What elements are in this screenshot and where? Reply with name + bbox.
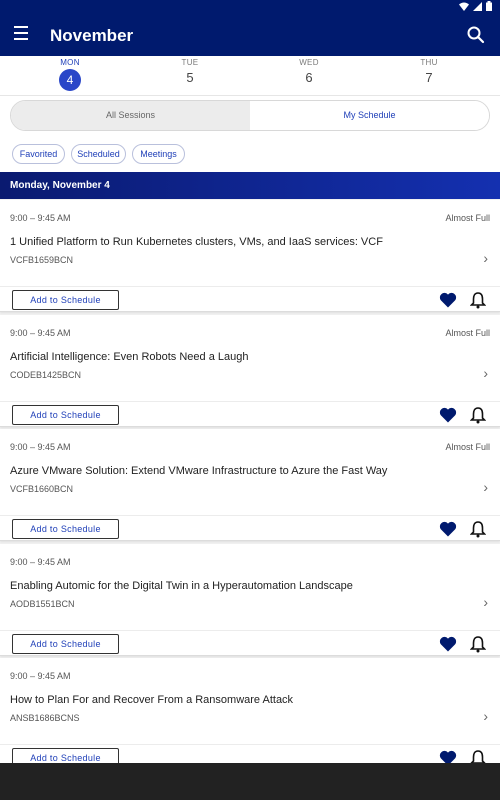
heart-icon[interactable]	[438, 290, 458, 310]
filter-chip-favorited[interactable]: Favorited	[12, 144, 65, 164]
day-tab-dow: MON	[60, 58, 80, 67]
filter-chip-scheduled[interactable]: Scheduled	[71, 144, 126, 164]
session-code: CODEB1425BCN	[10, 370, 82, 380]
divider	[0, 286, 500, 287]
session-card[interactable]: 9:00 – 9:45 AM Almost Full 1 Unified Pla…	[0, 200, 500, 312]
day-section-header: Monday, November 4	[0, 172, 500, 199]
session-time: 9:00 – 9:45 AM	[10, 671, 71, 681]
search-icon[interactable]	[466, 25, 486, 45]
day-tab-num: 7	[425, 70, 433, 85]
session-title: 1 Unified Platform to Run Kubernetes clu…	[10, 236, 383, 248]
segmented-control: All Sessions My Schedule	[10, 100, 490, 131]
session-time: 9:00 – 9:45 AM	[10, 557, 71, 567]
divider	[0, 515, 500, 516]
heart-icon[interactable]	[438, 634, 458, 654]
day-selector: MON 4 TUE 5 WED 6 THU 7	[0, 56, 500, 96]
day-tab-mon[interactable]: MON 4	[40, 58, 100, 91]
add-to-schedule-button[interactable]: Add to Schedule	[12, 290, 119, 310]
chevron-right-icon[interactable]: ›	[483, 250, 488, 266]
segment-container: All Sessions My Schedule	[0, 96, 500, 136]
availability-badge: Almost Full	[445, 213, 490, 223]
page-title: November	[50, 26, 134, 45]
session-list[interactable]: 9:00 – 9:45 AM Almost Full 1 Unified Pla…	[0, 200, 500, 763]
divider	[0, 744, 500, 745]
day-tab-dow: WED	[299, 58, 319, 67]
day-tab-dow: TUE	[181, 58, 199, 67]
heart-icon[interactable]	[438, 748, 458, 763]
system-navigation-bar	[0, 763, 500, 800]
day-tab-thu[interactable]: THU 7	[399, 58, 459, 85]
availability-badge: Almost Full	[445, 328, 490, 338]
session-title: Azure VMware Solution: Extend VMware Inf…	[10, 465, 388, 477]
battery-icon	[486, 1, 492, 11]
menu-icon[interactable]	[14, 26, 32, 44]
day-tab-num: 5	[186, 70, 194, 85]
session-card[interactable]: 9:00 – 9:45 AM How to Plan For and Recov…	[0, 658, 500, 763]
bell-icon[interactable]	[470, 749, 486, 763]
day-tab-num: 4	[59, 69, 81, 91]
add-to-schedule-button[interactable]: Add to Schedule	[12, 634, 119, 654]
filter-bar: Favorited Scheduled Meetings	[0, 136, 500, 172]
add-to-schedule-button[interactable]: Add to Schedule	[12, 519, 119, 539]
session-code: VCFB1660BCN	[10, 484, 74, 494]
tab-all-sessions[interactable]: All Sessions	[11, 101, 250, 130]
bell-icon[interactable]	[469, 291, 487, 309]
wifi-icon	[459, 2, 469, 11]
session-time: 9:00 – 9:45 AM	[10, 328, 71, 338]
session-time: 9:00 – 9:45 AM	[10, 213, 71, 223]
bell-icon[interactable]	[469, 635, 487, 653]
app-bar: November	[0, 14, 500, 56]
session-code: ANSB1686BCNS	[10, 713, 80, 723]
session-title: How to Plan For and Recover From a Ranso…	[10, 694, 294, 706]
bell-icon[interactable]	[469, 406, 487, 424]
status-bar	[0, 0, 500, 14]
session-title: Artificial Intelligence: Even Robots Nee…	[10, 351, 249, 363]
day-tab-dow: THU	[420, 58, 438, 67]
session-time: 9:00 – 9:45 AM	[10, 442, 71, 452]
filter-chip-meetings[interactable]: Meetings	[132, 144, 185, 164]
divider	[0, 401, 500, 402]
chevron-right-icon[interactable]: ›	[483, 365, 488, 381]
session-card[interactable]: 9:00 – 9:45 AM Enabling Automic for the …	[0, 544, 500, 656]
divider	[0, 630, 500, 631]
chevron-right-icon[interactable]: ›	[483, 594, 488, 610]
day-tab-wed[interactable]: WED 6	[279, 58, 339, 85]
session-code: AODB1551BCN	[10, 599, 75, 609]
session-code: VCFB1659BCN	[10, 255, 74, 265]
day-tab-num: 6	[305, 70, 313, 85]
tab-my-schedule[interactable]: My Schedule	[250, 101, 489, 130]
chevron-right-icon[interactable]: ›	[483, 708, 488, 724]
day-tab-tue[interactable]: TUE 5	[160, 58, 220, 85]
session-card[interactable]: 9:00 – 9:45 AM Almost Full Artificial In…	[0, 315, 500, 427]
heart-icon[interactable]	[438, 405, 458, 425]
session-title: Enabling Automic for the Digital Twin in…	[10, 580, 353, 592]
heart-icon[interactable]	[438, 519, 458, 539]
signal-icon	[473, 1, 482, 11]
bell-icon[interactable]	[469, 520, 487, 538]
add-to-schedule-button[interactable]: Add to Schedule	[12, 405, 119, 425]
chevron-right-icon[interactable]: ›	[483, 479, 488, 495]
add-to-schedule-button[interactable]: Add to Schedule	[12, 748, 119, 763]
availability-badge: Almost Full	[445, 442, 490, 452]
session-card[interactable]: 9:00 – 9:45 AM Almost Full Azure VMware …	[0, 429, 500, 541]
